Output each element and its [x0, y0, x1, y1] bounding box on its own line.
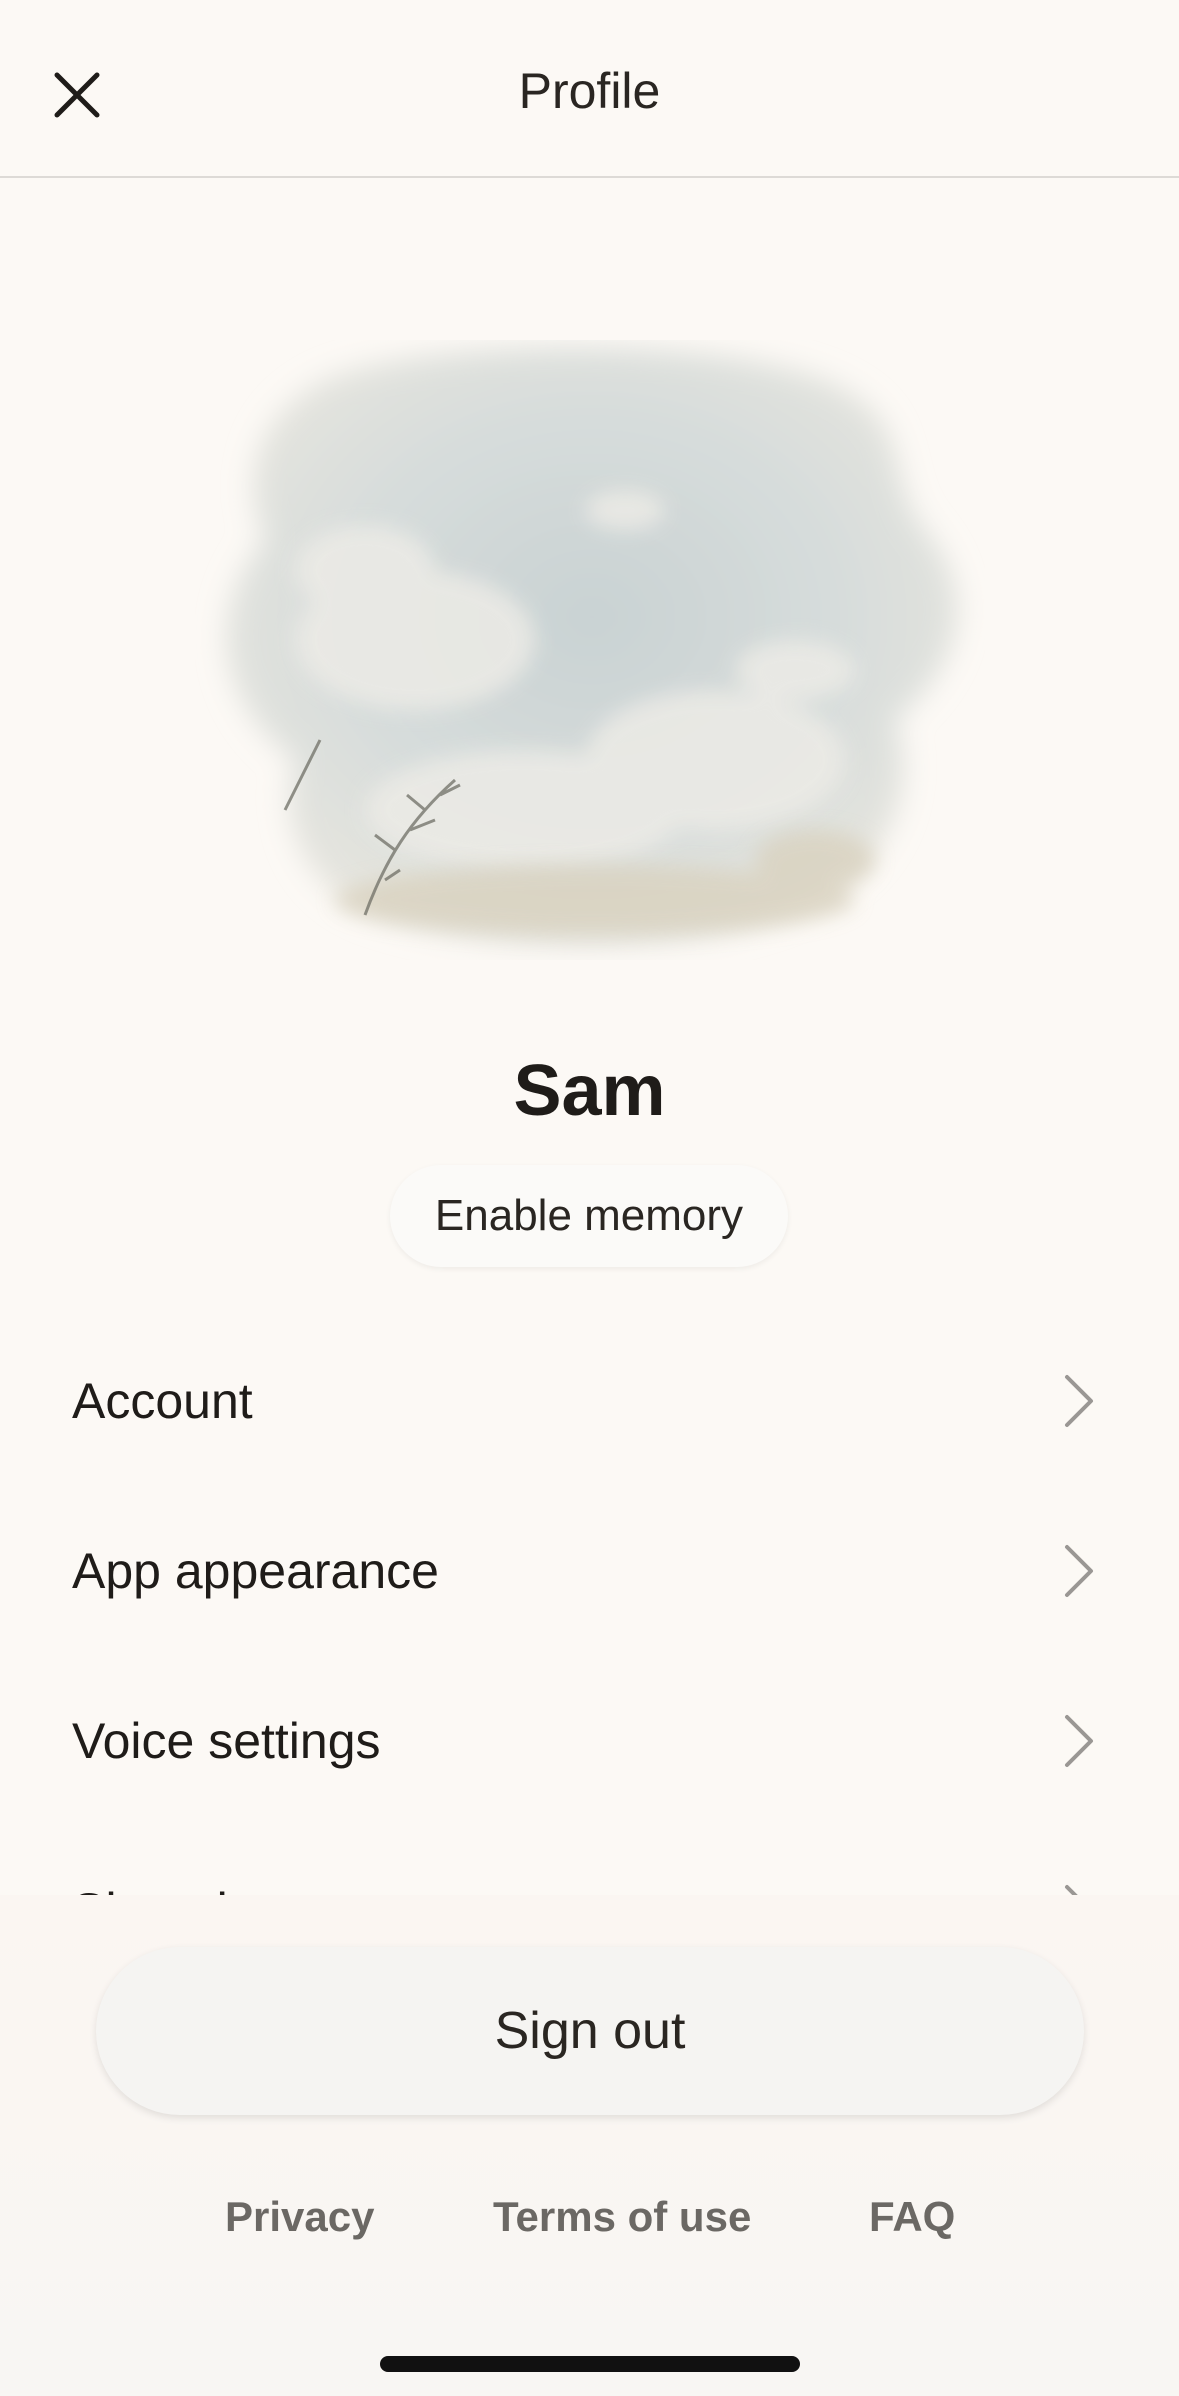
- chevron-right-icon: [1065, 1545, 1093, 1597]
- enable-memory-button[interactable]: Enable memory: [390, 1165, 788, 1267]
- header-bar: Profile: [0, 0, 1179, 178]
- settings-menu: Account App appearance Voice settings Sh…: [0, 1316, 1179, 1996]
- page-title: Profile: [518, 63, 661, 119]
- privacy-link[interactable]: Privacy: [225, 2193, 374, 2241]
- sign-out-button[interactable]: Sign out: [96, 1947, 1084, 2115]
- profile-screen: Profile Sam Enable memory Account App ap…: [0, 0, 1179, 2396]
- menu-item-account[interactable]: Account: [0, 1316, 1179, 1486]
- avatar[interactable]: [195, 340, 985, 960]
- user-name: Sam: [513, 1051, 666, 1131]
- menu-item-app-appearance[interactable]: App appearance: [0, 1486, 1179, 1656]
- bottom-panel: Sign out Privacy Terms of use FAQ: [0, 1895, 1179, 2396]
- footer-links: Privacy Terms of use FAQ: [0, 2193, 1179, 2253]
- chevron-right-icon: [1065, 1375, 1093, 1427]
- cloud-landscape-avatar: [226, 347, 958, 947]
- chevron-right-icon: [1065, 1715, 1093, 1767]
- menu-item-label: Account: [72, 1373, 253, 1429]
- menu-item-label: Voice settings: [72, 1713, 381, 1769]
- faq-link[interactable]: FAQ: [869, 2193, 955, 2241]
- menu-item-label: App appearance: [72, 1543, 439, 1599]
- home-indicator: [380, 2356, 800, 2372]
- terms-of-use-link[interactable]: Terms of use: [493, 2193, 751, 2241]
- menu-item-voice-settings[interactable]: Voice settings: [0, 1656, 1179, 1826]
